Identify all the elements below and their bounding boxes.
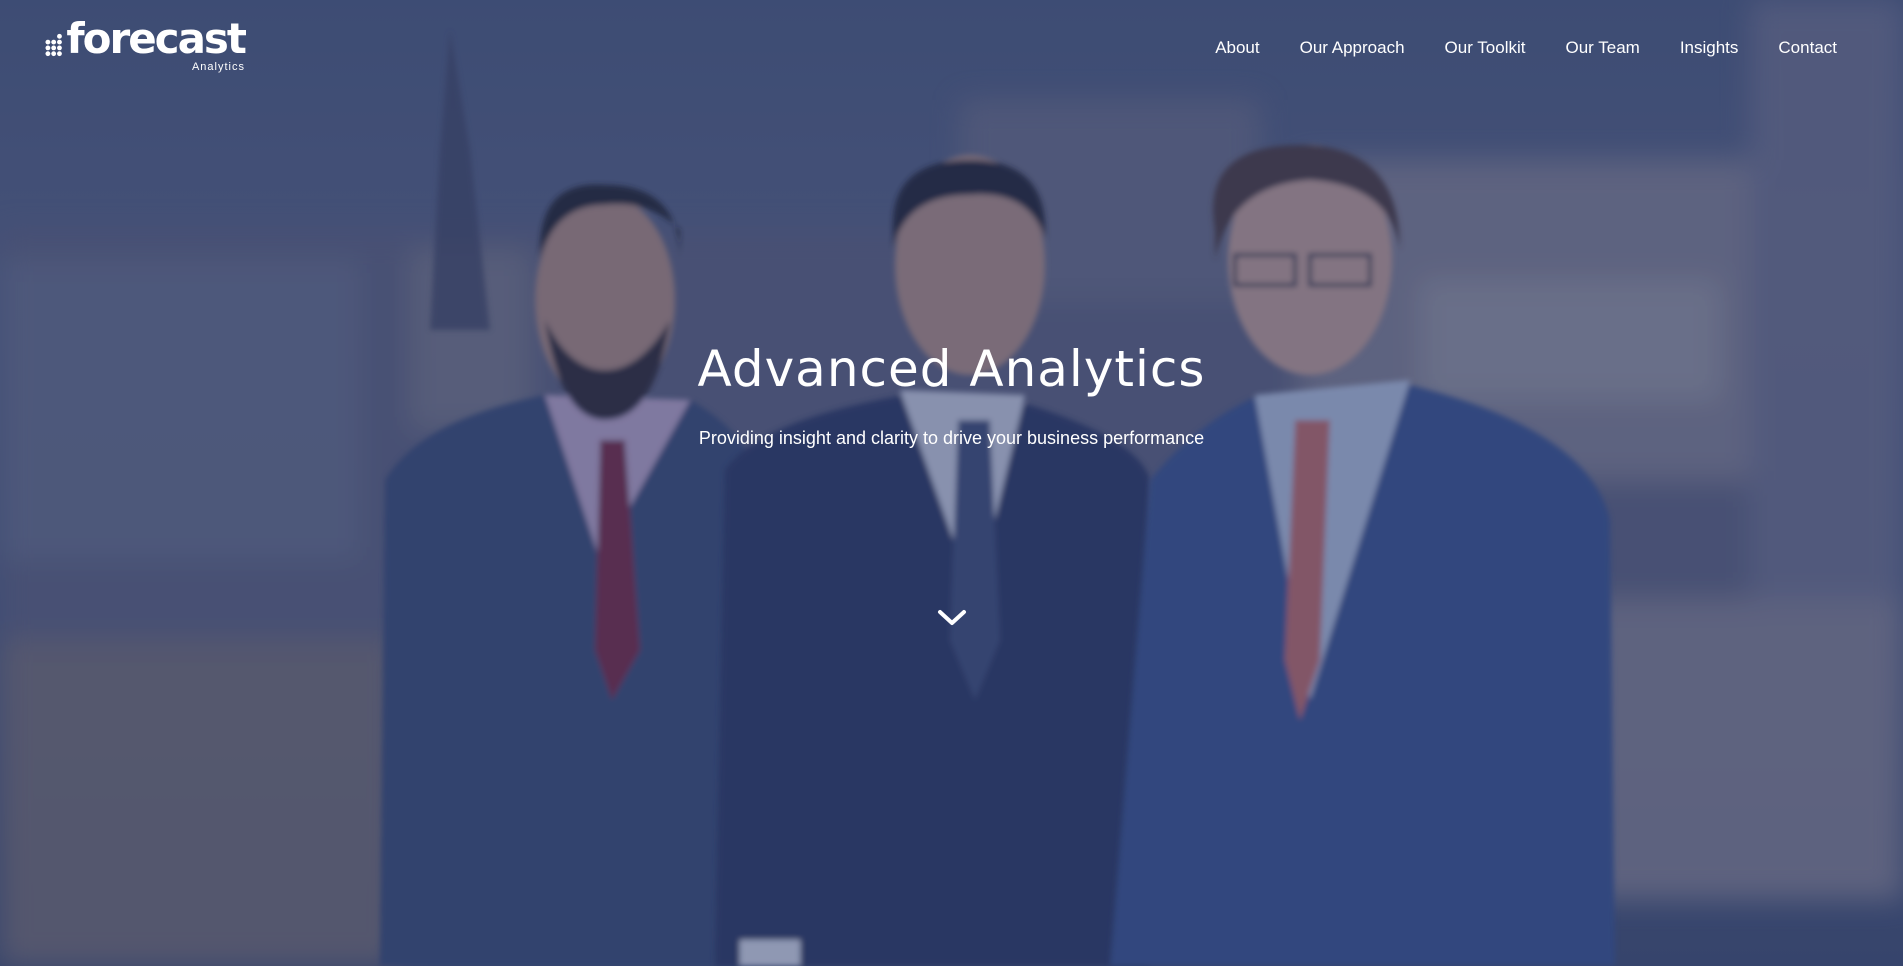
brand-name: forecast [66,14,247,63]
hero-title: Advanced Analytics [697,340,1206,398]
brand-logo[interactable]: forecast Analytics [45,14,247,84]
dot-grid-logo-icon [45,33,62,57]
brand-subtitle: Analytics [191,61,245,73]
scroll-down-button[interactable] [936,606,968,630]
chevron-down-icon [938,610,966,625]
nav-item-our-team[interactable]: Our Team [1565,38,1639,58]
nav-item-contact[interactable]: Contact [1778,38,1837,58]
nav-item-our-approach[interactable]: Our Approach [1300,38,1405,58]
hero-subtitle: Providing insight and clarity to drive y… [698,428,1205,448]
nav-item-insights[interactable]: Insights [1680,38,1739,58]
main-nav: About Our Approach Our Toolkit Our Team … [1215,38,1837,58]
hero-section: forecast Analytics About Our Approach Ou… [0,0,1903,966]
hero-background-image [0,0,1903,966]
nav-item-about[interactable]: About [1215,38,1259,58]
nav-item-our-toolkit[interactable]: Our Toolkit [1445,38,1526,58]
